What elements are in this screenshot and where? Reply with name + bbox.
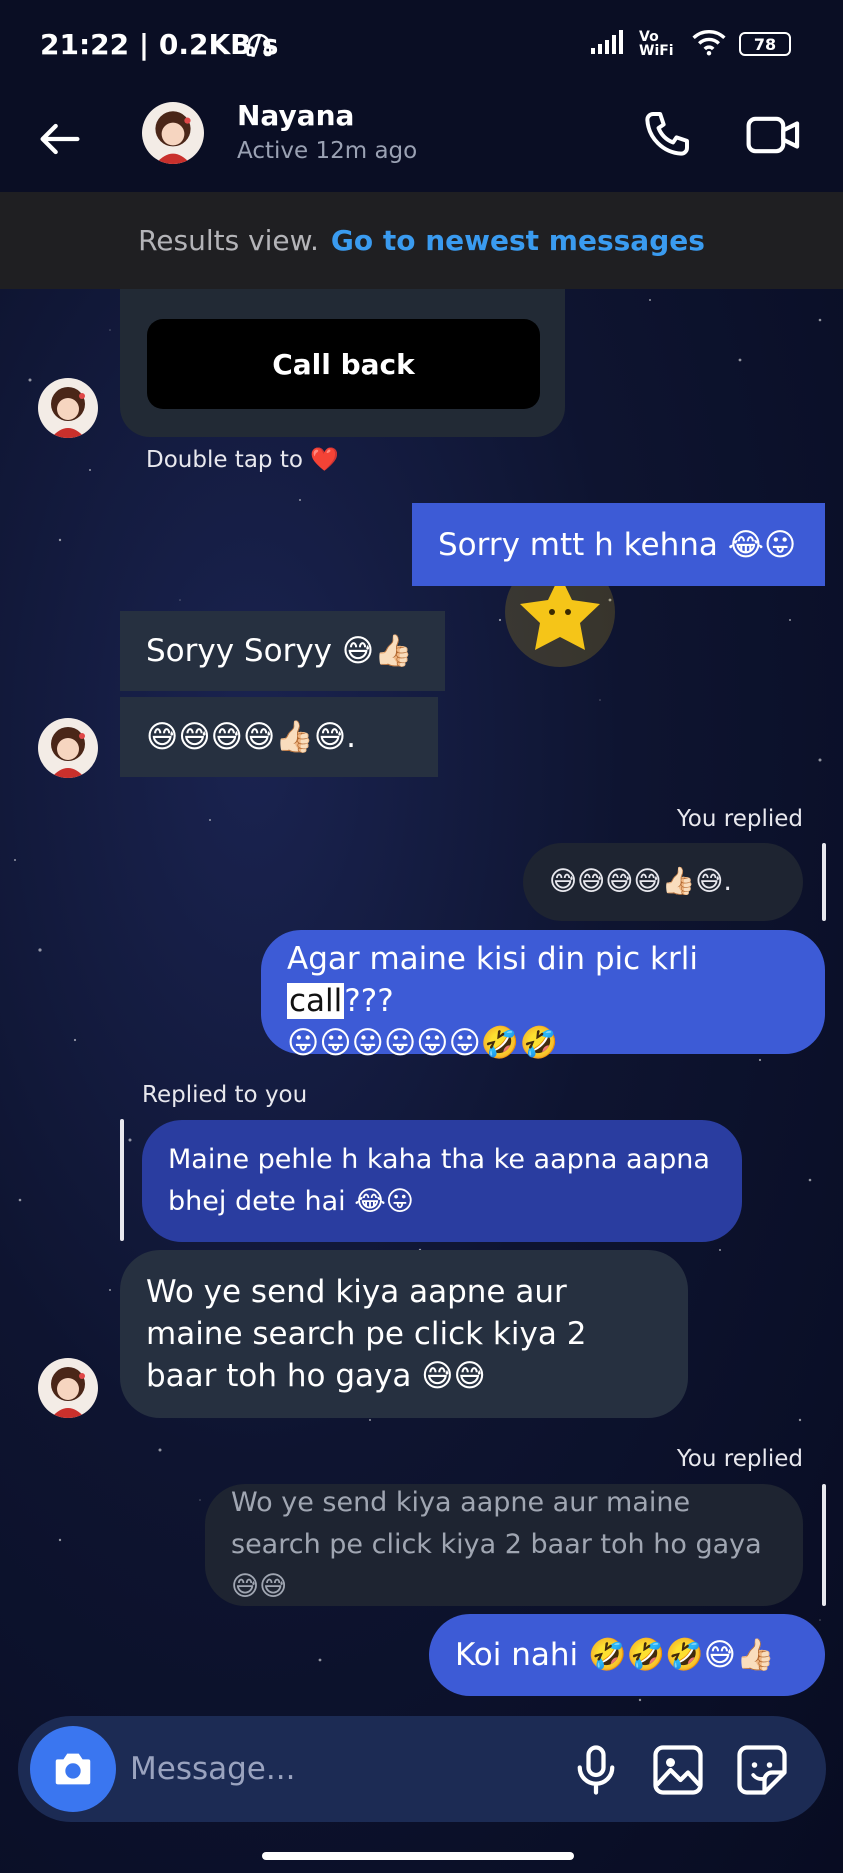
gallery-button[interactable]: [648, 1740, 708, 1800]
message-text: 😅😅😅😅👍🏻😅.: [146, 719, 357, 755]
voice-message-button[interactable]: [566, 1740, 626, 1800]
message-text: Agar maine kisi din pic krli call??? 😛😛😛…: [287, 941, 698, 1061]
reply-indicator: [822, 1484, 826, 1606]
message-text: Wo ye send kiya aapne aur maine search p…: [146, 1274, 587, 1394]
message-bubble[interactable]: Wo ye send kiya aapne aur maine search p…: [120, 1250, 688, 1418]
message-bubble[interactable]: 😅😅😅😅👍🏻😅.: [120, 697, 438, 777]
go-to-newest-link[interactable]: Go to newest messages: [331, 224, 705, 257]
microphone-icon: [577, 1745, 615, 1795]
camera-icon: [55, 1753, 91, 1785]
sticker-button[interactable]: [732, 1740, 792, 1800]
camera-button[interactable]: [30, 1726, 116, 1812]
message-composer: [18, 1716, 826, 1822]
you-replied-label: You replied: [676, 1446, 803, 1472]
gallery-icon: [653, 1745, 703, 1795]
active-status: Active 12m ago: [237, 138, 418, 164]
sticker-icon: [737, 1745, 787, 1795]
call-back-button[interactable]: Call back: [147, 319, 540, 409]
avatar[interactable]: [38, 1358, 98, 1418]
back-button[interactable]: [34, 113, 86, 165]
audio-call-button[interactable]: [638, 107, 694, 163]
quote-text: Wo ye send kiya aapne aur maine search p…: [231, 1487, 762, 1602]
profile-avatar[interactable]: [142, 102, 204, 164]
reply-indicator: [120, 1119, 124, 1241]
reply-indicator: [822, 843, 826, 921]
phone-icon: [645, 112, 689, 156]
signal-icon: [591, 30, 627, 58]
results-view-bar: Results view. Go to newest messages: [0, 192, 843, 289]
status-right: Vo WiFi 78: [591, 28, 791, 60]
quote-text: 😅😅😅😅👍🏻😅.: [549, 866, 732, 897]
video-icon: [746, 116, 800, 154]
message-bubble[interactable]: Agar maine kisi din pic krli call??? 😛😛😛…: [261, 930, 825, 1061]
contact-name[interactable]: Nayana: [237, 99, 354, 132]
message-bubble[interactable]: Sorry mtt h kehna 😂😛: [412, 503, 825, 586]
status-time: 21:22 | 0.2KB/s: [40, 28, 279, 61]
message-input[interactable]: [130, 1742, 530, 1796]
back-arrow-icon: [40, 123, 80, 155]
headphones-icon: [244, 30, 274, 64]
message-text: Soryy Soryy 😅👍🏻: [146, 633, 413, 669]
home-indicator[interactable]: [262, 1852, 574, 1860]
message-text: Sorry mtt h kehna 😂😛: [438, 526, 797, 563]
chat-header: Nayana Active 12m ago: [0, 95, 843, 192]
status-bar: 21:22 | 0.2KB/s Vo WiFi 78: [0, 0, 843, 95]
message-bubble[interactable]: Koi nahi 🤣🤣🤣😅👍🏻: [429, 1614, 825, 1696]
network-label: Vo WiFi: [639, 29, 674, 59]
missed-call-card: Call back: [120, 289, 565, 437]
replied-to-you-label: Replied to you: [142, 1082, 308, 1108]
avatar[interactable]: [38, 378, 98, 438]
reply-quote[interactable]: Maine pehle h kaha tha ke aapna aapna bh…: [142, 1120, 742, 1242]
message-text: Koi nahi 🤣🤣🤣😅👍🏻: [455, 1637, 775, 1673]
message-bubble[interactable]: Soryy Soryy 😅👍🏻: [120, 611, 445, 691]
reply-quote[interactable]: Wo ye send kiya aapne aur maine search p…: [205, 1484, 803, 1606]
video-call-button[interactable]: [744, 107, 804, 163]
double-tap-hint: Double tap to ❤️: [146, 447, 339, 473]
quote-text: Maine pehle h kaha tha ke aapna aapna bh…: [168, 1144, 710, 1217]
highlighted-word: call: [287, 983, 345, 1019]
wifi-icon: [691, 28, 727, 60]
avatar[interactable]: [38, 718, 98, 778]
battery-indicator: 78: [739, 32, 791, 56]
you-replied-label: You replied: [676, 806, 803, 832]
results-view-label: Results view.: [138, 224, 319, 257]
reply-quote[interactable]: 😅😅😅😅👍🏻😅.: [523, 843, 803, 921]
